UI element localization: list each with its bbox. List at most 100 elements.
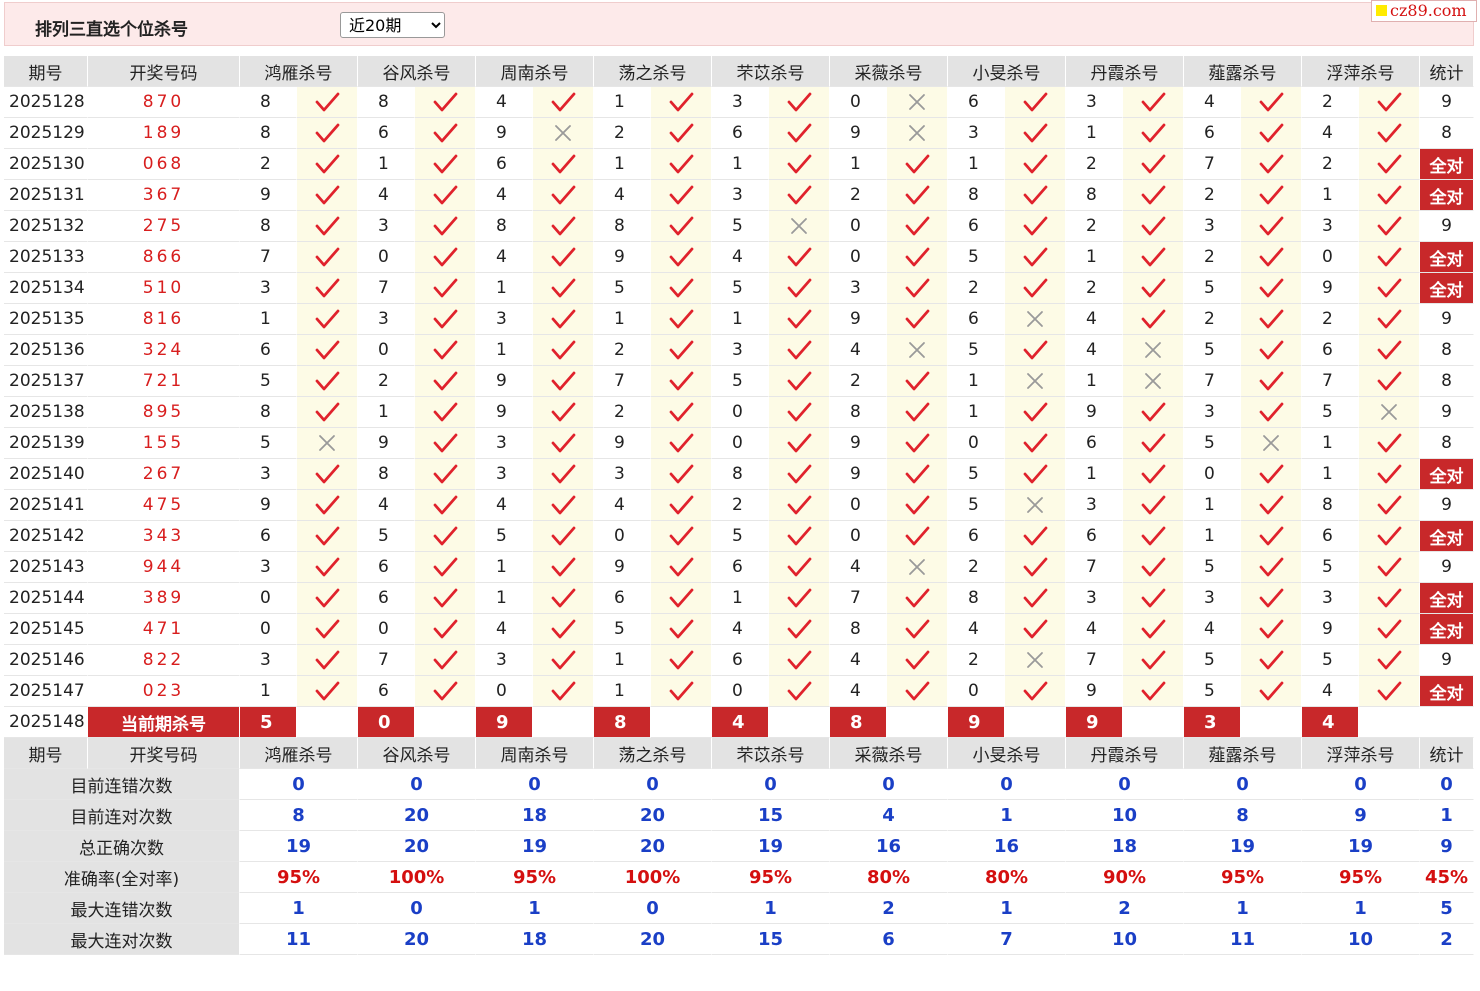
result-cell xyxy=(1123,149,1184,180)
result-cell xyxy=(887,366,948,397)
summary-value: 20 xyxy=(358,924,476,955)
period-select[interactable]: 近20期 xyxy=(340,12,445,38)
summary-value: 95% xyxy=(1184,862,1302,893)
kill-number-cell: 9 xyxy=(240,490,297,521)
result-cell xyxy=(769,180,830,211)
check-icon xyxy=(1259,92,1284,112)
check-icon xyxy=(1023,278,1048,298)
summary-row: 准确率(全对率) 95% 100% 95% 100% 95% 80% 80% 90% 95% 95%… xyxy=(4,862,1474,893)
result-cell xyxy=(533,335,594,366)
check-icon xyxy=(433,340,458,360)
kill-number-cell: 9 xyxy=(476,397,533,428)
all-correct-badge: 全对 xyxy=(1420,242,1474,273)
check-icon xyxy=(1023,216,1048,236)
issue-cell: 2025144 xyxy=(4,583,88,614)
kill-number-cell: 8 xyxy=(1302,490,1359,521)
check-icon xyxy=(905,309,930,329)
issue-cell: 2025141 xyxy=(4,490,88,521)
col-header-predictor: 薤露杀号 xyxy=(1184,56,1302,87)
check-icon xyxy=(669,619,694,639)
kill-number-cell: 6 xyxy=(948,304,1005,335)
kill-number-cell: 4 xyxy=(476,614,533,645)
result-cell xyxy=(1123,304,1184,335)
result-cell xyxy=(297,614,358,645)
kill-number-cell: 1 xyxy=(948,149,1005,180)
kill-number-cell: 5 xyxy=(712,273,769,304)
summary-value: 90% xyxy=(1066,862,1184,893)
kill-number-cell: 1 xyxy=(1066,459,1123,490)
kill-number-cell: 6 xyxy=(358,583,415,614)
result-cell xyxy=(533,273,594,304)
result-cell xyxy=(651,118,712,149)
kill-number-cell: 1 xyxy=(476,273,533,304)
kill-number-cell: 5 xyxy=(948,490,1005,521)
check-icon xyxy=(551,154,576,174)
col-header-draw: 开奖号码 xyxy=(88,56,240,87)
check-icon xyxy=(433,495,458,515)
result-cell xyxy=(651,335,712,366)
check-icon xyxy=(551,402,576,422)
stat-count-cell: 9 xyxy=(1420,397,1474,428)
check-icon xyxy=(787,278,812,298)
table-row: 2025134 510 3 7 1 5 5 3 2 2 5 9 全对 xyxy=(4,273,1474,304)
result-cell xyxy=(1359,304,1420,335)
result-cell xyxy=(533,614,594,645)
current-empty-cell xyxy=(887,707,948,738)
draw-number-cell: 267 xyxy=(88,459,240,490)
kill-number-cell: 9 xyxy=(594,552,651,583)
kill-number-cell: 7 xyxy=(830,583,887,614)
check-icon xyxy=(1377,619,1402,639)
result-cell xyxy=(533,118,594,149)
kill-number-cell: 0 xyxy=(1184,459,1241,490)
kill-number-cell: 3 xyxy=(1184,211,1241,242)
result-cell xyxy=(651,87,712,118)
check-icon xyxy=(433,278,458,298)
result-cell xyxy=(1359,521,1420,552)
current-empty-cell xyxy=(769,707,830,738)
kill-number-cell: 1 xyxy=(1066,366,1123,397)
check-icon xyxy=(669,309,694,329)
check-icon xyxy=(551,309,576,329)
kill-number-cell: 3 xyxy=(476,304,533,335)
result-cell xyxy=(1123,583,1184,614)
summary-label: 总正确次数 xyxy=(4,831,240,862)
result-cell xyxy=(887,490,948,521)
kill-number-cell: 3 xyxy=(1184,583,1241,614)
kill-number-cell: 3 xyxy=(712,335,769,366)
check-icon xyxy=(905,278,930,298)
kill-number-cell: 5 xyxy=(712,211,769,242)
summary-row: 目前连错次数 0 0 0 0 0 0 0 0 0 0 0 xyxy=(4,769,1474,800)
result-cell xyxy=(1241,397,1302,428)
kill-number-cell: 1 xyxy=(240,304,297,335)
result-cell xyxy=(415,490,476,521)
result-cell xyxy=(1005,87,1066,118)
check-icon xyxy=(315,557,340,577)
result-cell xyxy=(297,118,358,149)
kill-number-cell: 1 xyxy=(476,335,533,366)
kill-number-cell: 7 xyxy=(240,242,297,273)
kill-number-cell: 4 xyxy=(476,87,533,118)
result-cell xyxy=(769,149,830,180)
check-icon xyxy=(1023,247,1048,267)
check-icon xyxy=(787,185,812,205)
result-cell xyxy=(533,180,594,211)
kill-number-cell: 2 xyxy=(830,366,887,397)
stat-count-cell: 8 xyxy=(1420,335,1474,366)
summary-value: 0 xyxy=(1066,769,1184,800)
check-icon xyxy=(787,154,812,174)
result-cell xyxy=(1359,552,1420,583)
summary-value: 1 xyxy=(948,800,1066,831)
site-logo[interactable]: cz89.com xyxy=(1371,0,1477,22)
kill-number-cell: 9 xyxy=(830,459,887,490)
page-title: 排列三直选个位杀号 xyxy=(35,20,188,40)
kill-number-cell: 0 xyxy=(358,614,415,645)
issue-cell: 2025146 xyxy=(4,645,88,676)
check-icon xyxy=(551,464,576,484)
check-icon xyxy=(669,92,694,112)
result-cell xyxy=(297,490,358,521)
kill-number-cell: 0 xyxy=(830,87,887,118)
kill-number-cell: 1 xyxy=(1302,459,1359,490)
kill-number-cell: 3 xyxy=(358,211,415,242)
table-row: 2025133 866 7 0 4 9 4 0 5 1 2 0 全对 xyxy=(4,242,1474,273)
check-icon xyxy=(315,92,340,112)
